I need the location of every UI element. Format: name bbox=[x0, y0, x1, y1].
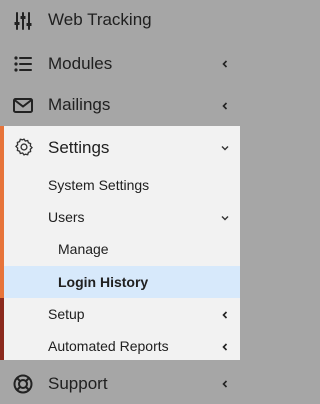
chevron-left-icon bbox=[222, 60, 228, 68]
nav-label-settings: Settings bbox=[48, 138, 110, 157]
chevron-left-icon bbox=[222, 311, 228, 319]
nav-label-setup: Setup bbox=[48, 306, 85, 322]
nav-item-settings[interactable]: Settings bbox=[0, 128, 240, 168]
list-icon bbox=[14, 56, 32, 72]
nav-label-login-history: Login History bbox=[58, 274, 149, 290]
sidebar-nav: Web Tracking Modules Mailings Settings S… bbox=[0, 0, 240, 404]
envelope-icon bbox=[13, 98, 33, 113]
nav-item-setup[interactable]: Setup bbox=[0, 298, 240, 328]
nav-label-mailings: Mailings bbox=[48, 95, 111, 114]
gear-icon bbox=[15, 138, 33, 156]
nav-label-system-settings: System Settings bbox=[48, 177, 150, 193]
nav-label-manage: Manage bbox=[58, 241, 109, 257]
chevron-down-icon bbox=[221, 216, 229, 221]
nav-item-login-history[interactable]: Login History bbox=[0, 266, 240, 298]
chevron-left-icon bbox=[222, 343, 228, 351]
nav-item-modules[interactable]: Modules bbox=[0, 44, 240, 84]
nav-item-automated-reports[interactable]: Automated Reports bbox=[0, 330, 240, 360]
nav-item-manage[interactable]: Manage bbox=[0, 234, 240, 264]
chevron-left-icon bbox=[222, 102, 228, 110]
sliders-icon bbox=[14, 12, 32, 30]
chevron-down-icon bbox=[221, 146, 229, 151]
nav-item-web-tracking[interactable]: Web Tracking bbox=[0, 0, 240, 40]
nav-item-support[interactable]: Support bbox=[0, 364, 240, 404]
nav-label-web-tracking: Web Tracking bbox=[48, 10, 152, 29]
nav-item-mailings[interactable]: Mailings bbox=[0, 85, 240, 125]
nav-label-automated-reports: Automated Reports bbox=[48, 338, 169, 354]
lifebuoy-icon bbox=[13, 374, 33, 394]
nav-item-system-settings[interactable]: System Settings bbox=[0, 170, 240, 200]
chevron-left-icon bbox=[222, 380, 228, 388]
nav-label-modules: Modules bbox=[48, 54, 113, 73]
nav-item-users[interactable]: Users bbox=[0, 202, 240, 232]
nav-label-support: Support bbox=[48, 374, 108, 393]
nav-label-users: Users bbox=[48, 209, 85, 225]
